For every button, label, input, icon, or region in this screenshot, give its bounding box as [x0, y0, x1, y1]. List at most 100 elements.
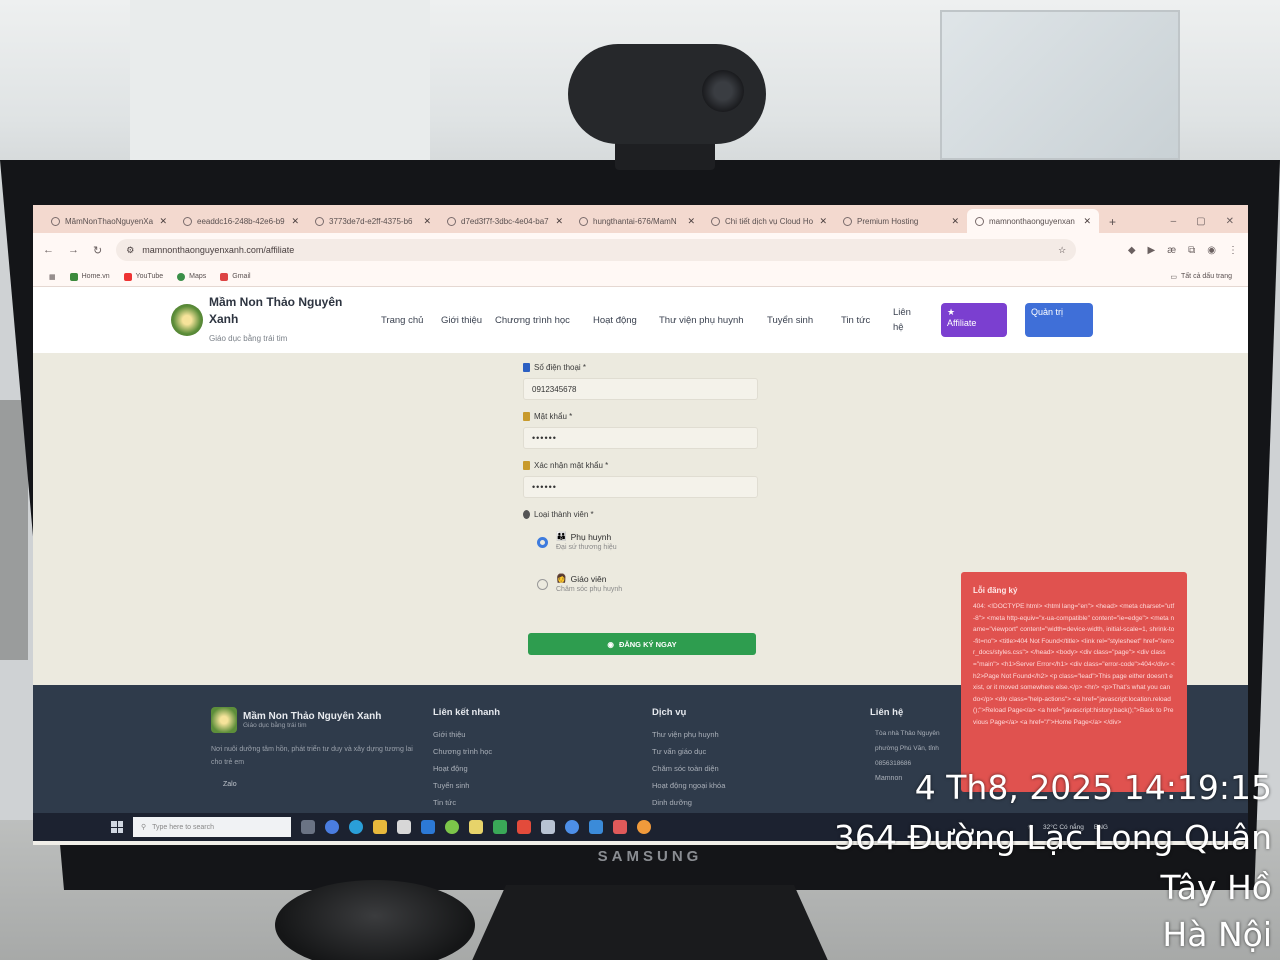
- affiliate-button[interactable]: ★ Affiliate: [941, 303, 1007, 337]
- windows-start-icon[interactable]: [111, 821, 123, 833]
- extension-icon[interactable]: ▶: [1148, 245, 1156, 256]
- browser-tab-active[interactable]: mamnonthaonguyenxan ✕: [967, 209, 1099, 233]
- register-button[interactable]: ◉ ĐĂNG KÝ NGAY: [528, 633, 756, 655]
- app-icon[interactable]: [637, 820, 651, 834]
- extension-icon[interactable]: ◆: [1128, 245, 1136, 256]
- member-option-teacher[interactable]: 👩 Giáo viên Chăm sóc phụ huynh: [537, 573, 763, 593]
- footer-link[interactable]: Giới thiệu: [433, 730, 500, 739]
- admin-button[interactable]: Quản trị: [1025, 303, 1093, 337]
- member-option-parent[interactable]: 👪 Phụ huynh Đại sứ thương hiệu: [537, 531, 763, 551]
- browser-tab[interactable]: 3773de7d-e2ff-4375-b6 ✕: [307, 209, 439, 233]
- password-label: Mật khẩu *: [523, 412, 763, 421]
- footer-link[interactable]: Tư vấn giáo dục: [652, 747, 725, 756]
- browser-tab[interactable]: hungthantai-676/MamN ✕: [571, 209, 703, 233]
- site-logo[interactable]: [171, 304, 203, 336]
- address-bar[interactable]: ⚙ mamnonthaonguyenxanh.com/affiliate ☆: [116, 239, 1077, 261]
- window-close-icon[interactable]: ✕: [1226, 216, 1234, 227]
- browser-tab[interactable]: MâmNonThaoNguyenXa ✕: [43, 209, 175, 233]
- footer-link[interactable]: Chương trình học: [433, 747, 500, 756]
- nav-admissions[interactable]: Tuyển sinh: [767, 313, 841, 328]
- zalo-link[interactable]: Zalo: [223, 781, 416, 788]
- footer-link[interactable]: Thư viện phụ huynh: [652, 730, 725, 739]
- password-input[interactable]: ••••••: [523, 427, 758, 449]
- nav-contact[interactable]: Liên hệ: [893, 305, 923, 335]
- bookmark-label: Gmail: [232, 273, 251, 280]
- footer-link[interactable]: Chăm sóc toàn diện: [652, 764, 725, 773]
- store-icon[interactable]: [397, 820, 411, 834]
- forward-icon[interactable]: →: [68, 244, 79, 256]
- site-brand[interactable]: Mầm Non Thảo Nguyên Xanh Giáo dục bằng t…: [209, 294, 359, 347]
- app-icon[interactable]: [445, 820, 459, 834]
- task-view-icon[interactable]: [301, 820, 315, 834]
- youtube-icon[interactable]: [517, 820, 531, 834]
- close-icon[interactable]: ✕: [1083, 216, 1091, 227]
- phone-input[interactable]: 0912345678: [523, 378, 758, 400]
- profile-icon[interactable]: ◉: [1207, 245, 1216, 256]
- photo-address-stamp: 364 Đường Lạc Long Quân: [833, 818, 1272, 857]
- footer-link[interactable]: Dinh dưỡng: [652, 798, 725, 807]
- footer-link[interactable]: Hoạt động: [433, 764, 500, 773]
- close-icon[interactable]: ✕: [819, 216, 827, 227]
- brand-tagline: Giáo dục bằng trái tim: [209, 333, 288, 343]
- edge-icon[interactable]: [349, 820, 363, 834]
- new-tab-icon[interactable]: +: [1099, 215, 1126, 233]
- apps-icon[interactable]: ▦: [49, 273, 56, 281]
- app-icon[interactable]: [613, 820, 627, 834]
- extension-icon[interactable]: æ: [1167, 245, 1176, 256]
- browser-tab[interactable]: Chi tiết dịch vụ Cloud Ho ✕: [703, 209, 835, 233]
- bookmark-item[interactable]: Gmail: [220, 272, 251, 281]
- main-nav: Trang chủ Giới thiệu Chương trình học Ho…: [381, 305, 923, 335]
- chrome-icon[interactable]: [565, 820, 579, 834]
- menu-icon[interactable]: ⋮: [1228, 245, 1238, 256]
- app-icon[interactable]: [541, 820, 555, 834]
- footer-heading: Liên kết nhanh: [433, 707, 501, 718]
- nav-about[interactable]: Giới thiệu: [441, 313, 495, 328]
- footer-link[interactable]: Tuyển sinh: [433, 781, 500, 790]
- nav-news[interactable]: Tin tức: [841, 313, 893, 328]
- nav-activities[interactable]: Hoạt động: [593, 313, 659, 328]
- close-icon[interactable]: ✕: [423, 216, 431, 227]
- mail-icon[interactable]: [421, 820, 435, 834]
- bookmark-item[interactable]: Home.vn: [69, 272, 110, 281]
- tab-favicon-icon: [975, 216, 984, 226]
- radio-teacher[interactable]: [537, 579, 548, 590]
- reload-icon[interactable]: ↻: [93, 244, 102, 257]
- footer-link[interactable]: Tin tức: [433, 798, 500, 807]
- sheets-icon[interactable]: [493, 820, 507, 834]
- back-icon[interactable]: ←: [43, 244, 54, 256]
- notes-icon[interactable]: [469, 820, 483, 834]
- all-bookmarks[interactable]: ▭ Tất cả dấu trang: [1170, 273, 1232, 281]
- app-icon[interactable]: [589, 820, 603, 834]
- taskbar-search[interactable]: ⚲ Type here to search: [133, 817, 291, 837]
- nav-home[interactable]: Trang chủ: [381, 313, 441, 328]
- tab-label: eeaddc16-248b-42e6-b9: [197, 216, 285, 226]
- browser-tab[interactable]: Premium Hosting ✕: [835, 209, 967, 233]
- tab-favicon-icon: [843, 216, 852, 226]
- puzzle-icon[interactable]: ⧉: [1188, 245, 1195, 256]
- close-icon[interactable]: ✕: [951, 216, 959, 227]
- close-icon[interactable]: ✕: [159, 216, 167, 227]
- maximize-icon[interactable]: ▢: [1196, 216, 1205, 227]
- close-icon[interactable]: ✕: [555, 216, 563, 227]
- bookmark-label: Home.vn: [81, 273, 110, 280]
- tab-favicon-icon: [711, 216, 720, 226]
- file-explorer-icon[interactable]: [373, 820, 387, 834]
- close-icon[interactable]: ✕: [291, 216, 299, 227]
- bookmark-star-icon[interactable]: ☆: [1058, 245, 1066, 256]
- browser-tab[interactable]: eeaddc16-248b-42e6-b9 ✕: [175, 209, 307, 233]
- footer-phone[interactable]: 0856318686: [875, 760, 940, 767]
- radio-parent[interactable]: [537, 537, 548, 548]
- footer-link[interactable]: Hoạt động ngoại khóa: [652, 781, 725, 790]
- option-desc: Đại sứ thương hiệu: [556, 544, 617, 551]
- site-info-icon[interactable]: ⚙: [126, 245, 134, 256]
- close-icon[interactable]: ✕: [687, 216, 695, 227]
- browser-tab[interactable]: d7ed3f7f-3dbc-4e04-ba7 ✕: [439, 209, 571, 233]
- bookmark-item[interactable]: Maps: [177, 272, 206, 281]
- minimize-icon[interactable]: –: [1171, 216, 1177, 227]
- confirm-password-input[interactable]: ••••••: [523, 476, 758, 498]
- error-toast: Lỗi đăng ký 404: <!DOCTYPE html> <html l…: [961, 572, 1187, 792]
- nav-parent-library[interactable]: Thư viện phụ huynh: [659, 313, 767, 328]
- nav-programs[interactable]: Chương trình học: [495, 313, 593, 328]
- bookmark-item[interactable]: YouTube: [123, 272, 163, 281]
- copilot-icon[interactable]: [325, 820, 339, 834]
